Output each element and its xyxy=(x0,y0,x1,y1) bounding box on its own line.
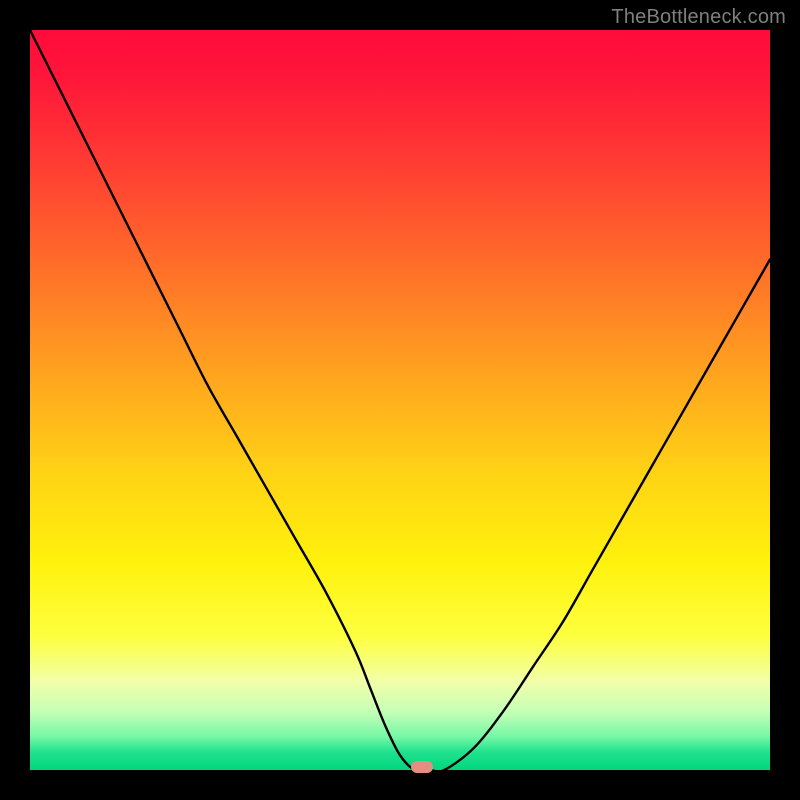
bottleneck-curve xyxy=(30,30,770,770)
optimal-marker xyxy=(411,761,433,773)
plot-area xyxy=(30,30,770,770)
watermark-text: TheBottleneck.com xyxy=(611,6,786,29)
chart-frame: TheBottleneck.com xyxy=(0,0,800,800)
